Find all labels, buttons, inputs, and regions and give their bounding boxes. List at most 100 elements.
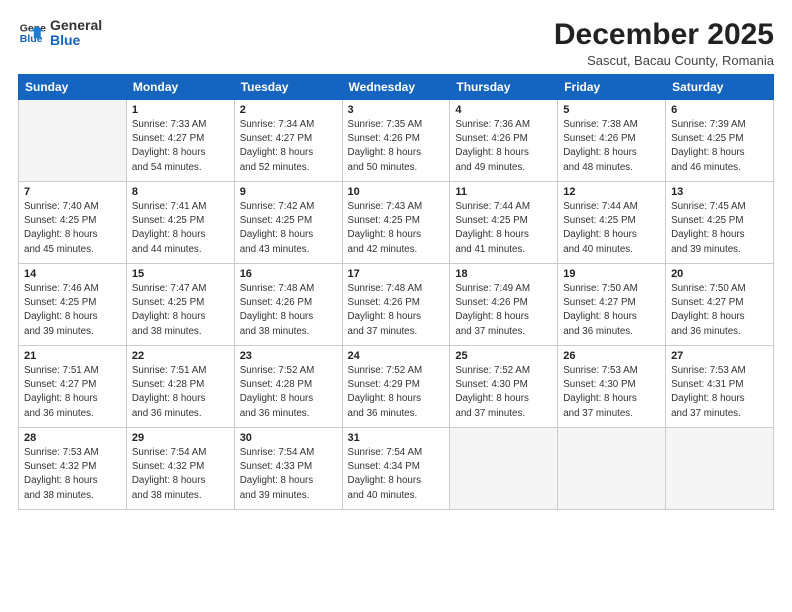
logo: General Blue General Blue <box>18 18 102 49</box>
day-info: Sunrise: 7:52 AM Sunset: 4:29 PM Dayligh… <box>348 364 445 421</box>
calendar-cell: 19 Sunrise: 7:50 AM Sunset: 4:27 PM Dayli… <box>558 264 666 346</box>
calendar-cell: 18 Sunrise: 7:49 AM Sunset: 4:26 PM Dayli… <box>450 264 558 346</box>
page: General Blue General Blue December 2025 … <box>0 0 792 612</box>
day-number: 12 <box>563 186 660 198</box>
calendar-cell: 22 Sunrise: 7:51 AM Sunset: 4:28 PM Dayli… <box>126 346 234 428</box>
calendar-cell: 25Sunrise: 7:52 AM Sunset: 4:30 PM Dayli… <box>450 346 558 428</box>
weekday-header: Sunday <box>19 75 127 100</box>
day-info: Sunrise: 7:54 AM Sunset: 4:32 PM Dayligh… <box>132 446 229 503</box>
day-info: Sunrise: 7:42 AM Sunset: 4:25 PM Dayligh… <box>240 200 337 257</box>
calendar-cell <box>19 100 127 182</box>
day-number: 23 <box>240 350 337 362</box>
calendar-cell: 12Sunrise: 7:44 AM Sunset: 4:25 PM Dayli… <box>558 182 666 264</box>
weekday-header: Saturday <box>666 75 774 100</box>
calendar-cell: 21 Sunrise: 7:51 AM Sunset: 4:27 PM Dayli… <box>19 346 127 428</box>
calendar-cell <box>558 428 666 510</box>
day-info: Sunrise: 7:53 AM Sunset: 4:30 PM Dayligh… <box>563 364 660 421</box>
day-number: 6 <box>671 104 768 116</box>
day-info: Sunrise: 7:33 AM Sunset: 4:27 PM Dayligh… <box>132 118 229 175</box>
calendar-cell: 2 Sunrise: 7:34 AM Sunset: 4:27 PM Daylig… <box>234 100 342 182</box>
day-info: Sunrise: 7:34 AM Sunset: 4:27 PM Dayligh… <box>240 118 337 175</box>
day-info: Sunrise: 7:36 AM Sunset: 4:26 PM Dayligh… <box>455 118 552 175</box>
day-number: 17 <box>348 268 445 280</box>
calendar-cell <box>666 428 774 510</box>
day-info: Sunrise: 7:53 AM Sunset: 4:31 PM Dayligh… <box>671 364 768 421</box>
header: General Blue General Blue December 2025 … <box>18 18 774 68</box>
weekday-header: Monday <box>126 75 234 100</box>
calendar-cell: 23Sunrise: 7:52 AM Sunset: 4:28 PM Dayli… <box>234 346 342 428</box>
calendar-cell: 8 Sunrise: 7:41 AM Sunset: 4:25 PM Daylig… <box>126 182 234 264</box>
day-number: 28 <box>24 432 121 444</box>
calendar-cell: 26 Sunrise: 7:53 AM Sunset: 4:30 PM Dayli… <box>558 346 666 428</box>
day-number: 16 <box>240 268 337 280</box>
day-number: 9 <box>240 186 337 198</box>
calendar-cell: 31 Sunrise: 7:54 AM Sunset: 4:34 PM Dayli… <box>342 428 450 510</box>
day-number: 29 <box>132 432 229 444</box>
calendar-cell: 6 Sunrise: 7:39 AM Sunset: 4:25 PM Daylig… <box>666 100 774 182</box>
day-info: Sunrise: 7:53 AM Sunset: 4:32 PM Dayligh… <box>24 446 121 503</box>
day-number: 31 <box>348 432 445 444</box>
calendar-week-row: 7 Sunrise: 7:40 AM Sunset: 4:25 PM Daylig… <box>19 182 774 264</box>
day-info: Sunrise: 7:46 AM Sunset: 4:25 PM Dayligh… <box>24 282 121 339</box>
day-info: Sunrise: 7:51 AM Sunset: 4:27 PM Dayligh… <box>24 364 121 421</box>
calendar-body: 1 Sunrise: 7:33 AM Sunset: 4:27 PM Daylig… <box>19 100 774 510</box>
day-info: Sunrise: 7:52 AM Sunset: 4:30 PM Dayligh… <box>455 364 552 421</box>
calendar-cell: 11Sunrise: 7:44 AM Sunset: 4:25 PM Dayli… <box>450 182 558 264</box>
day-number: 27 <box>671 350 768 362</box>
title-block: December 2025 Sascut, Bacau County, Roma… <box>554 18 774 68</box>
calendar-cell: 13Sunrise: 7:45 AM Sunset: 4:25 PM Dayli… <box>666 182 774 264</box>
day-info: Sunrise: 7:41 AM Sunset: 4:25 PM Dayligh… <box>132 200 229 257</box>
day-number: 3 <box>348 104 445 116</box>
day-number: 20 <box>671 268 768 280</box>
logo-line2: Blue <box>50 33 102 48</box>
calendar-week-row: 1 Sunrise: 7:33 AM Sunset: 4:27 PM Daylig… <box>19 100 774 182</box>
subtitle: Sascut, Bacau County, Romania <box>554 53 774 68</box>
day-number: 22 <box>132 350 229 362</box>
day-number: 15 <box>132 268 229 280</box>
weekday-header: Wednesday <box>342 75 450 100</box>
day-number: 18 <box>455 268 552 280</box>
day-info: Sunrise: 7:48 AM Sunset: 4:26 PM Dayligh… <box>348 282 445 339</box>
day-info: Sunrise: 7:54 AM Sunset: 4:34 PM Dayligh… <box>348 446 445 503</box>
weekday-header: Friday <box>558 75 666 100</box>
day-number: 21 <box>24 350 121 362</box>
day-number: 19 <box>563 268 660 280</box>
day-number: 8 <box>132 186 229 198</box>
calendar-cell <box>450 428 558 510</box>
day-info: Sunrise: 7:47 AM Sunset: 4:25 PM Dayligh… <box>132 282 229 339</box>
day-number: 30 <box>240 432 337 444</box>
day-info: Sunrise: 7:50 AM Sunset: 4:27 PM Dayligh… <box>563 282 660 339</box>
day-info: Sunrise: 7:50 AM Sunset: 4:27 PM Dayligh… <box>671 282 768 339</box>
day-info: Sunrise: 7:38 AM Sunset: 4:26 PM Dayligh… <box>563 118 660 175</box>
calendar-cell: 3Sunrise: 7:35 AM Sunset: 4:26 PM Daylig… <box>342 100 450 182</box>
calendar-cell: 16 Sunrise: 7:48 AM Sunset: 4:26 PM Dayli… <box>234 264 342 346</box>
calendar-cell: 29 Sunrise: 7:54 AM Sunset: 4:32 PM Dayli… <box>126 428 234 510</box>
calendar-cell: 1 Sunrise: 7:33 AM Sunset: 4:27 PM Daylig… <box>126 100 234 182</box>
calendar-cell: 20 Sunrise: 7:50 AM Sunset: 4:27 PM Dayli… <box>666 264 774 346</box>
day-number: 2 <box>240 104 337 116</box>
calendar-header-row: SundayMondayTuesdayWednesdayThursdayFrid… <box>19 75 774 100</box>
day-info: Sunrise: 7:48 AM Sunset: 4:26 PM Dayligh… <box>240 282 337 339</box>
calendar-table: SundayMondayTuesdayWednesdayThursdayFrid… <box>18 74 774 510</box>
day-number: 11 <box>455 186 552 198</box>
calendar-cell: 17 Sunrise: 7:48 AM Sunset: 4:26 PM Dayli… <box>342 264 450 346</box>
day-info: Sunrise: 7:43 AM Sunset: 4:25 PM Dayligh… <box>348 200 445 257</box>
day-number: 26 <box>563 350 660 362</box>
day-number: 14 <box>24 268 121 280</box>
day-number: 1 <box>132 104 229 116</box>
day-info: Sunrise: 7:54 AM Sunset: 4:33 PM Dayligh… <box>240 446 337 503</box>
day-info: Sunrise: 7:49 AM Sunset: 4:26 PM Dayligh… <box>455 282 552 339</box>
weekday-header: Tuesday <box>234 75 342 100</box>
logo-line1: General <box>50 18 102 33</box>
calendar-cell: 24Sunrise: 7:52 AM Sunset: 4:29 PM Dayli… <box>342 346 450 428</box>
day-info: Sunrise: 7:39 AM Sunset: 4:25 PM Dayligh… <box>671 118 768 175</box>
day-info: Sunrise: 7:51 AM Sunset: 4:28 PM Dayligh… <box>132 364 229 421</box>
calendar-cell: 14 Sunrise: 7:46 AM Sunset: 4:25 PM Dayli… <box>19 264 127 346</box>
calendar-cell: 7 Sunrise: 7:40 AM Sunset: 4:25 PM Daylig… <box>19 182 127 264</box>
day-number: 7 <box>24 186 121 198</box>
day-info: Sunrise: 7:40 AM Sunset: 4:25 PM Dayligh… <box>24 200 121 257</box>
calendar-cell: 28 Sunrise: 7:53 AM Sunset: 4:32 PM Dayli… <box>19 428 127 510</box>
calendar-cell: 4 Sunrise: 7:36 AM Sunset: 4:26 PM Daylig… <box>450 100 558 182</box>
day-number: 4 <box>455 104 552 116</box>
calendar-week-row: 21 Sunrise: 7:51 AM Sunset: 4:27 PM Dayli… <box>19 346 774 428</box>
